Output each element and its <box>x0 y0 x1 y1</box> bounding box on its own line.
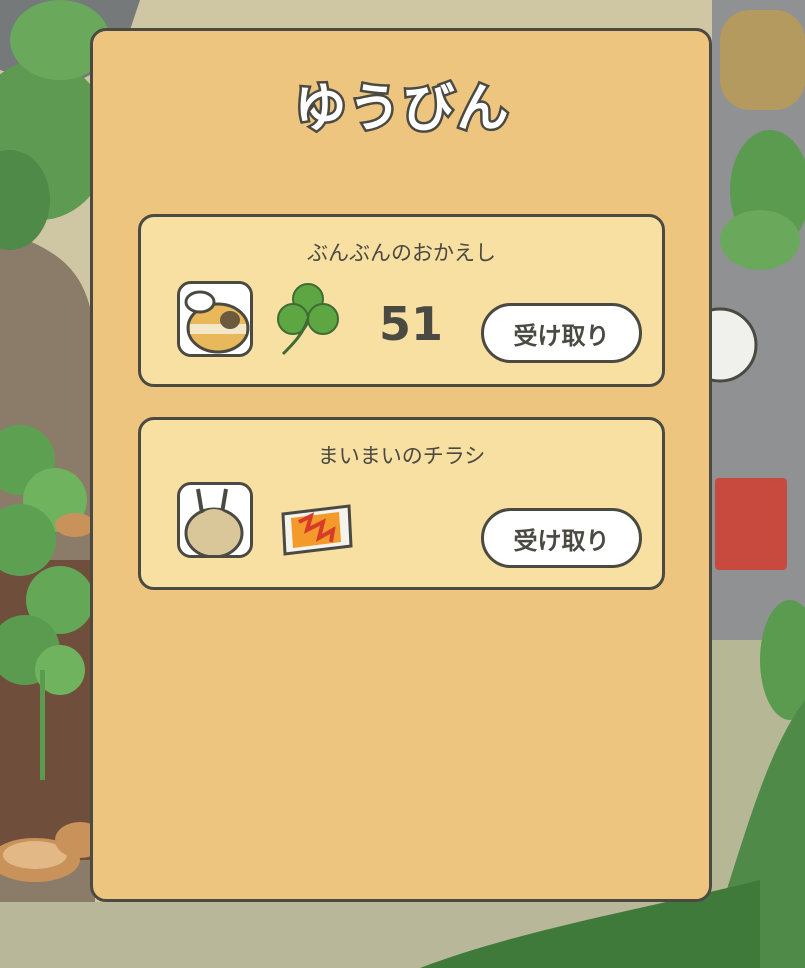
bee-icon <box>177 281 253 357</box>
mail-item: まいまいのチラシ 受け取り <box>138 417 665 590</box>
clover-icon <box>273 279 343 363</box>
mail-sender-label: ぶんぶんのおかえし <box>307 241 496 265</box>
mail-sender-label: まいまいのチラシ <box>317 444 486 468</box>
mailbox <box>715 478 787 570</box>
page-title: ゆうびん <box>292 77 511 142</box>
mail-item: ぶんぶんのおかえし 51 受け取り <box>138 214 665 387</box>
receive-button[interactable]: 受け取り <box>481 508 642 568</box>
receive-button[interactable]: 受け取り <box>481 303 642 363</box>
log <box>55 513 95 537</box>
leaf <box>720 210 800 270</box>
stem <box>40 670 45 780</box>
flyer-icon <box>279 502 355 562</box>
game-scene: ゆうびん ぶんぶんのおかえし 51 受け取り まいまいのチラシ 受け取り <box>0 0 805 968</box>
snail-icon <box>177 482 253 558</box>
item-count: 51 <box>379 297 444 351</box>
